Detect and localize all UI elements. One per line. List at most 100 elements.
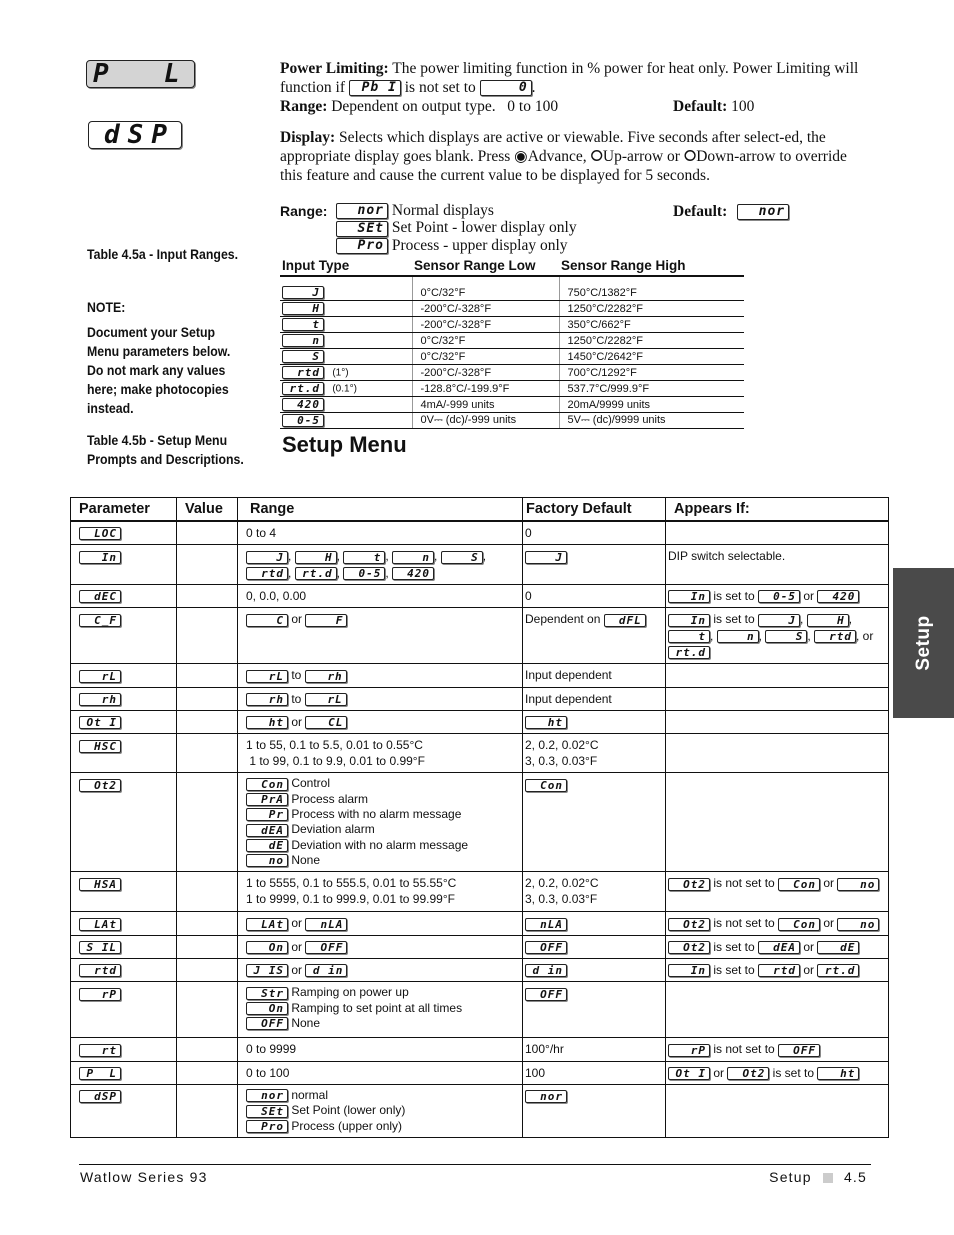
value-cell[interactable] [176,981,238,1038]
range-low-cell: 0°C/32°F [411,332,559,349]
value-cell[interactable] [176,607,238,664]
option-label: None [288,852,321,867]
lcd-code: rh [304,669,347,683]
parameter-code: HSC [79,739,121,753]
range-low-cell: 0°C/32°F [411,285,559,301]
range-cell: 0 to 9999 [237,1037,523,1062]
lcd-code: nor [525,1090,567,1104]
lcd-code: Ot2 [668,940,710,954]
value-cell[interactable] [176,1037,238,1062]
value-cell[interactable] [176,871,238,912]
cell-text: 3, 0.3, 0.03°F [525,892,598,907]
range-high-cell: 1450°C/2642°F [558,348,744,365]
parameter-cell: S IL [70,934,177,959]
dsp-option-label: Process - upper display only [388,236,568,254]
setup-row: Ot Iht or CL ht [70,709,889,734]
dsp-option: SEt Set Point - lower display only [336,219,577,237]
lcd-code: d in [525,964,567,978]
setup-row: C_F C or F Dependent on dFL In is set to J,… [70,607,889,664]
input-type-code: J [282,286,324,299]
lcd-code: S [765,629,808,643]
lcd-code: S [440,550,483,564]
note-title: NOTE: [87,299,126,315]
lcd-code: no [837,877,880,891]
dsp-option-label: Normal displays [388,202,494,219]
factory-default-cell: Con [522,772,666,872]
value-cell[interactable] [176,709,238,734]
input-ranges-table: Input Type Sensor Range Low Sensor Range… [280,256,744,429]
cell-text: 0 to 100 [246,1065,290,1080]
pl-title: Power Limiting: [280,60,389,77]
input-type-cell: J [280,285,412,301]
lcd-code: J [246,550,288,564]
value-cell[interactable] [176,1083,238,1138]
cell-text: 3, 0.3, 0.03°F [525,754,598,769]
cell-text: is set to [710,588,759,603]
parameter-code: rP [79,987,121,1001]
parameter-cell: C_F [70,607,177,664]
lcd-code: In [668,613,710,627]
value-cell[interactable] [176,583,238,608]
cell-text: or [800,588,818,603]
lcd-code: 0-5 [758,590,801,604]
value-cell[interactable] [176,934,238,959]
input-type-cell: S [280,348,412,365]
st-header-range: Range [237,497,523,522]
cell-text: 1 to 55, 0.1 to 5.5, 0.01 to 0.55°C [246,738,423,753]
value-cell[interactable] [176,544,238,585]
parameter-cell: LOC [70,520,177,545]
range-cell: nor normal SEt Set Point (lower only) Pro … [237,1083,523,1138]
option-label: Control [288,776,331,791]
option-code: Pr [246,808,288,822]
value-cell[interactable] [176,1060,238,1085]
range-cell: J IS or d in [237,957,523,982]
lcd-code: 420 [392,566,435,580]
table-b-caption: Table 4.5b - Setup Menu Prompts and Desc… [87,432,244,467]
option-item: On Ramping to set point at all times [246,1001,516,1016]
value-cell[interactable] [176,520,238,545]
value-cell[interactable] [176,772,238,872]
lcd-code: rtd [758,964,801,978]
setup-row: Ot2 Con Control PrA Process alarm Pr Proces… [70,772,889,872]
parameter-code: C_F [79,613,121,627]
option-item: Pr Process with no alarm message [246,807,516,822]
lcd-code: Con [778,877,821,891]
option-label: Process (upper only) [288,1118,403,1133]
setup-menu-table: Parameter Value Range Factory Default Ap… [70,497,889,1138]
range-low-cell: 4mA/-999 units [411,396,559,413]
footer-left: Watlow Series 93 [80,1169,208,1185]
parameter-code: rL [79,669,121,683]
lcd-code: rP [668,1043,710,1057]
cell-text: , [385,549,393,564]
value-cell[interactable] [176,911,238,936]
cell-text: , [482,549,487,564]
range-cell: 0 to 4 [237,520,523,545]
appears-if-cell [665,981,889,1038]
value-cell[interactable] [176,733,238,773]
cell-text: , [336,549,344,564]
input-range-row: rt.d (0.1°) -128.8°C/-199.9°F 537.7°C/999.… [280,380,744,397]
option-code: Pro [246,1119,288,1133]
option-item: OFF None [246,1016,516,1031]
setup-row: LAt LAt or nLA nLA Ot2 is not set to Con or… [70,911,889,936]
dsp-option: Pro Process - upper display only [336,236,577,255]
lcd-code: On [246,940,288,954]
setup-row: rtd J IS or d in d in In is set to rtd or r… [70,957,889,982]
option-label: Deviation alarm [288,822,375,837]
input-range-row: rtd (1°) -200°C/-328°F 700°C/1292°F [280,364,744,381]
power-limiting-section: Power Limiting: The power limiting funct… [280,59,860,116]
option-code: Str [246,986,288,1000]
parameter-cell: HSC [70,733,177,773]
setup-side-tab: Setup [893,568,954,718]
value-cell[interactable] [176,663,238,688]
lcd-code: t [343,550,386,564]
side-tab-label: Setup [912,615,934,671]
value-cell[interactable] [176,686,238,711]
lcd-code: C [246,613,288,627]
value-cell[interactable] [176,957,238,982]
cell-text: , [385,565,393,580]
appears-if-cell [665,733,889,773]
appears-if-cell: Ot I or Ot2 is set to ht [665,1060,889,1085]
input-type-cell: 0-5 [280,412,412,429]
table-a-caption: Table 4.5a - Input Ranges. [87,246,239,262]
